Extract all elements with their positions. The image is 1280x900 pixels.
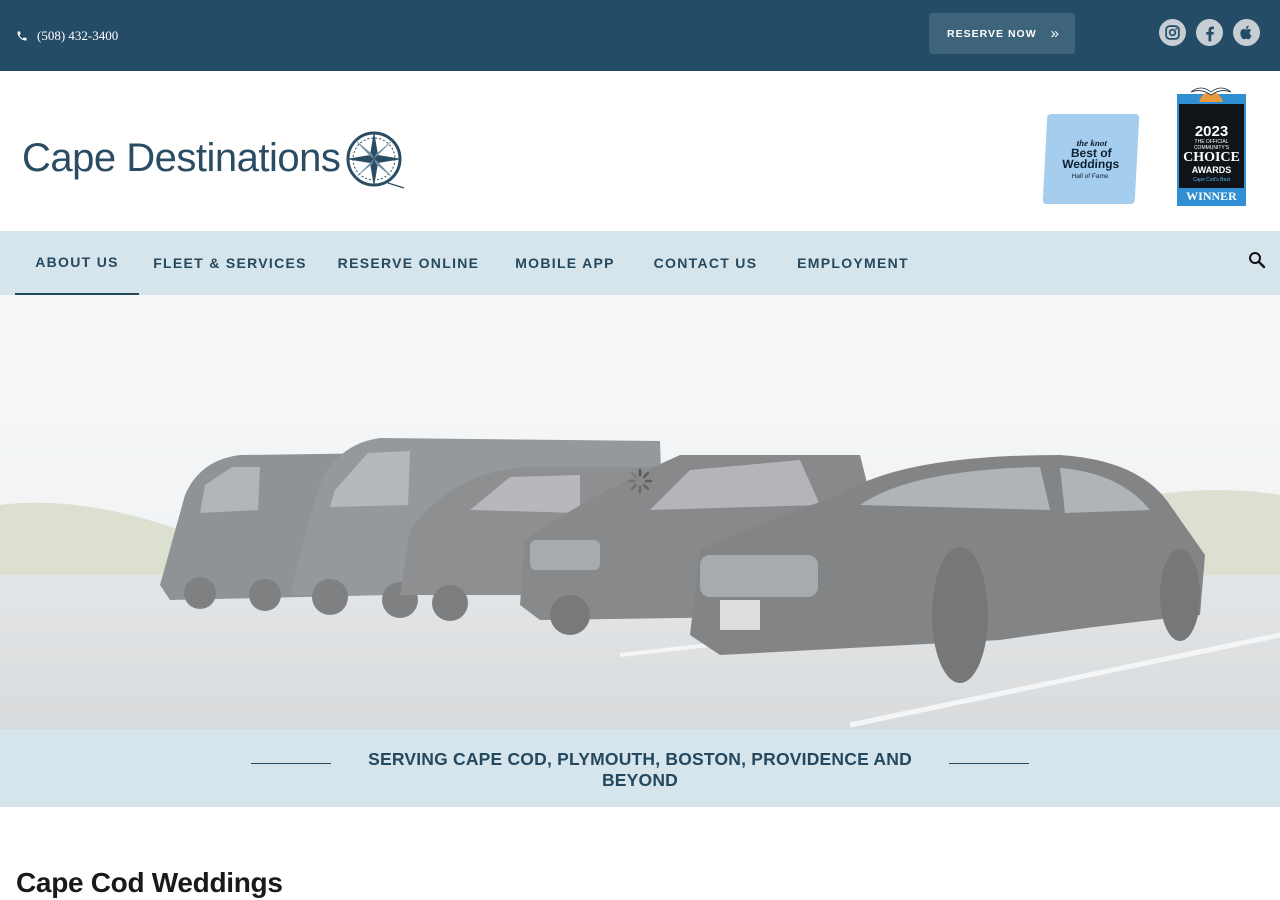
main-navigation: ABOUT US FLEET & SERVICES RESERVE ONLINE… bbox=[0, 231, 1280, 295]
page-title: Cape Cod Weddings bbox=[16, 867, 283, 898]
apple-link[interactable] bbox=[1233, 19, 1260, 46]
service-area-tagline: SERVING CAPE COD, PLYMOUTH, BOSTON, PROV… bbox=[368, 749, 912, 790]
badge-title-line2: Weddings bbox=[1061, 157, 1120, 171]
award-year: 2023 bbox=[1194, 123, 1229, 140]
reserve-now-label: RESERVE NOW bbox=[947, 27, 1037, 40]
top-bar: (508) 432-3400 RESERVE NOW » bbox=[0, 0, 1280, 71]
community-choice-award-badge: 2023 THE OFFICIAL COMMUNITY'S CHOICE AWA… bbox=[1173, 82, 1250, 206]
award-choice: CHOICE bbox=[1183, 150, 1240, 165]
hero-image bbox=[0, 295, 1280, 729]
site-logo[interactable]: Cape Destinations bbox=[22, 126, 406, 190]
phone-link[interactable]: (508) 432-3400 bbox=[16, 28, 118, 44]
award-awards: AWARDS bbox=[1191, 165, 1232, 175]
compass-rose-icon bbox=[346, 131, 405, 189]
nav-item-contact-us[interactable]: CONTACT US bbox=[634, 231, 777, 295]
badge-subtitle: Hall of Fame bbox=[1071, 173, 1109, 180]
double-chevron-right-icon: » bbox=[1050, 25, 1059, 42]
site-header: Cape Destinations the knot Best of Weddi… bbox=[0, 71, 1280, 231]
instagram-icon bbox=[1165, 25, 1180, 40]
phone-icon bbox=[17, 31, 27, 41]
phone-number: (508) 432-3400 bbox=[37, 28, 119, 43]
award-body: 2023 THE OFFICIAL COMMUNITY'S CHOICE AWA… bbox=[1177, 102, 1246, 206]
search-icon[interactable] bbox=[1248, 251, 1266, 269]
nav-item-mobile-app[interactable]: MOBILE APP bbox=[496, 231, 634, 295]
award-winner: WINNER bbox=[1179, 188, 1244, 204]
nav-item-employment[interactable]: EMPLOYMENT bbox=[777, 231, 929, 295]
divider-right bbox=[949, 763, 1029, 764]
tagline-band: SERVING CAPE COD, PLYMOUTH, BOSTON, PROV… bbox=[0, 729, 1280, 807]
reserve-now-button[interactable]: RESERVE NOW » bbox=[929, 13, 1075, 54]
nav-item-reserve-online[interactable]: RESERVE ONLINE bbox=[321, 231, 496, 295]
loading-spinner-icon bbox=[627, 468, 653, 494]
facebook-link[interactable] bbox=[1196, 19, 1223, 46]
instagram-link[interactable] bbox=[1159, 19, 1186, 46]
nav-item-about-us[interactable]: ABOUT US bbox=[15, 231, 139, 295]
apple-icon bbox=[1240, 25, 1252, 40]
award-region: Cape Cod's Best bbox=[1192, 177, 1231, 183]
facebook-icon bbox=[1205, 26, 1214, 41]
divider-left bbox=[251, 763, 331, 764]
logo-text: Cape Destinations bbox=[22, 135, 341, 180]
nav-item-fleet-services[interactable]: FLEET & SERVICES bbox=[139, 231, 321, 295]
fleet-vehicles-image bbox=[0, 295, 1280, 729]
best-of-weddings-badge: the knot Best of Weddings Hall of Fame bbox=[1042, 114, 1140, 204]
